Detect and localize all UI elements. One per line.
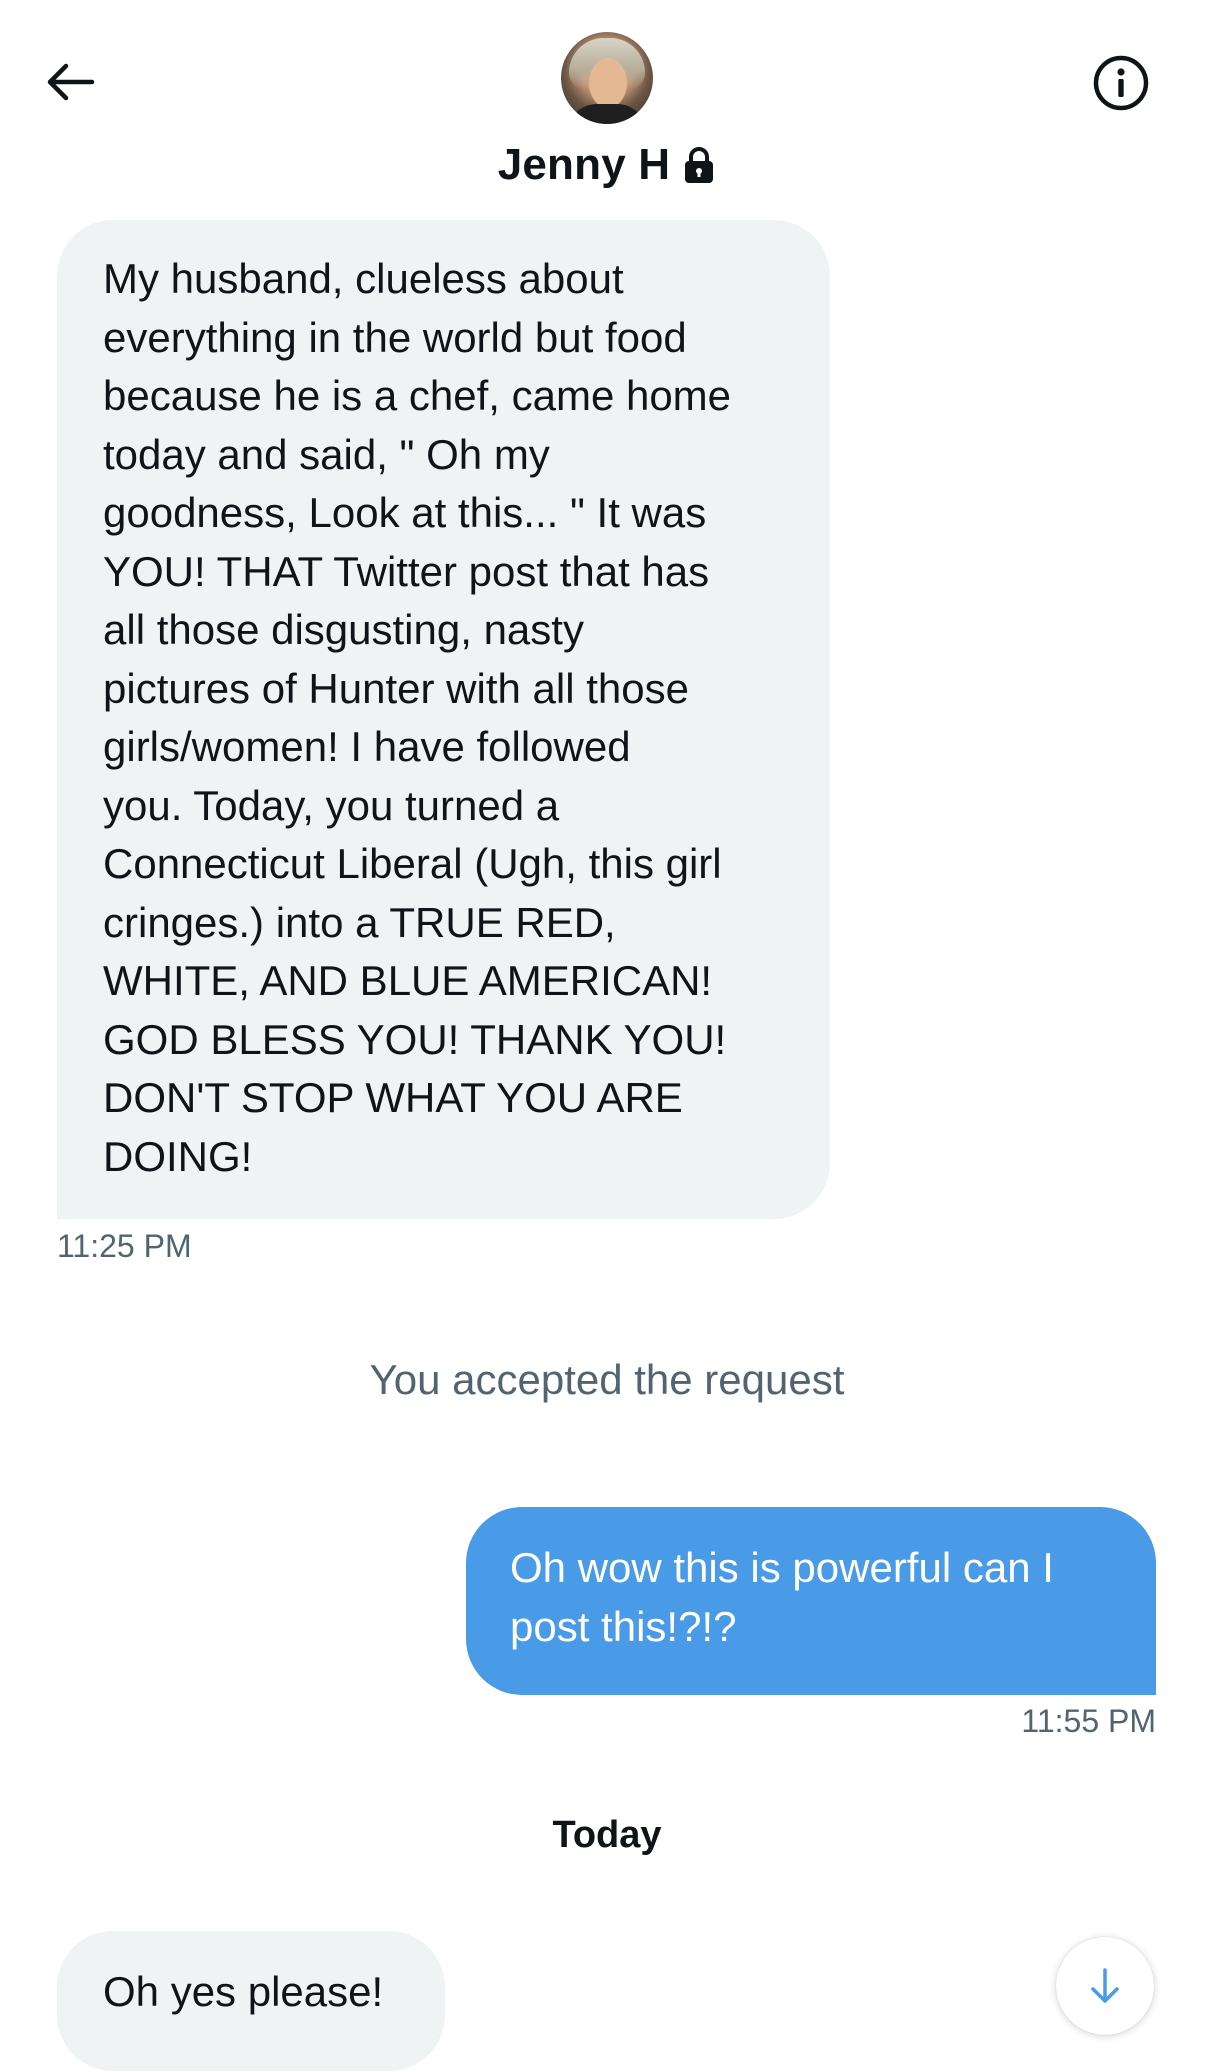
message-text: Oh yes please! (103, 1968, 384, 2015)
scroll-to-bottom-button[interactable] (1056, 1937, 1154, 2035)
message-bubble-incoming[interactable]: My husband, clueless about everything in… (57, 220, 830, 1219)
message-bubble-outgoing[interactable]: Oh wow this is powerful can I post this!… (466, 1507, 1156, 1695)
conversation-header: Jenny H (0, 0, 1214, 215)
info-button[interactable] (1090, 52, 1152, 114)
avatar[interactable] (561, 32, 653, 124)
info-circle-icon (1093, 55, 1149, 111)
arrow-down-icon (1091, 1968, 1119, 2003)
arrow-left-icon (47, 63, 95, 101)
lock-icon (682, 145, 716, 185)
message-timestamp: 11:55 PM (1021, 1703, 1156, 1739)
contact-name-row[interactable]: Jenny H (0, 140, 1214, 190)
system-notice: You accepted the request (369, 1356, 845, 1403)
message-text: Oh wow this is powerful can I post this!… (510, 1544, 1054, 1650)
date-divider: Today (552, 1814, 662, 1856)
message-timestamp: 11:25 PM (57, 1228, 192, 1264)
back-button[interactable] (36, 48, 104, 116)
message-text: My husband, clueless about everything in… (103, 255, 732, 1180)
message-bubble-incoming[interactable]: Oh yes please! (57, 1931, 445, 2071)
contact-name: Jenny H (497, 140, 671, 189)
